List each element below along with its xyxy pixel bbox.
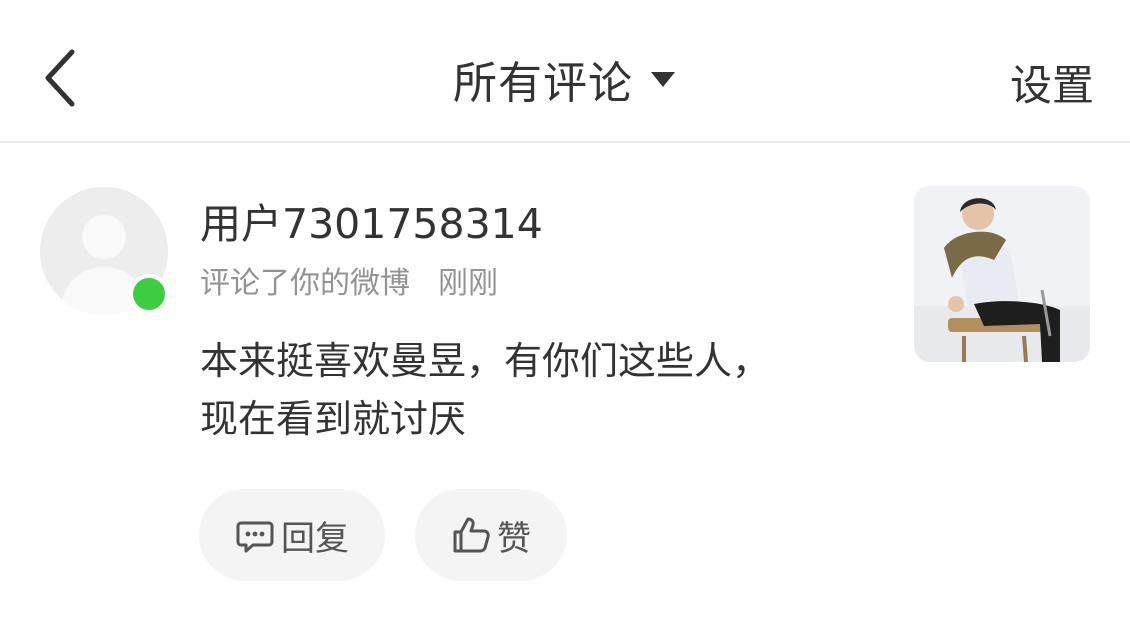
like-label: 赞 [497, 518, 531, 559]
comment-action-text: 评论了你的微博 [200, 266, 410, 301]
comment-timestamp: 刚刚 [438, 266, 498, 301]
comment-content: 本来挺喜欢曼昱，有你们这些人， 现在看到就讨厌 [200, 332, 880, 448]
comment-icon [235, 515, 275, 555]
top-navigation-bar: 所有评论 设置 [0, 0, 1130, 143]
chevron-left-icon [45, 49, 75, 107]
post-thumbnail-photo [914, 186, 1090, 362]
comment-content-line: 本来挺喜欢曼昱，有你们这些人， [200, 339, 771, 383]
settings-button[interactable]: 设置 [1010, 52, 1094, 113]
back-button[interactable] [30, 42, 90, 114]
like-button[interactable]: 赞 [415, 489, 567, 581]
online-status-badge [129, 274, 169, 314]
reply-label: 回复 [281, 518, 349, 559]
thumbs-up-icon [451, 515, 491, 555]
comment-content-line: 现在看到就讨厌 [200, 397, 467, 441]
caret-down-icon [649, 69, 677, 89]
reply-button[interactable]: 回复 [199, 489, 385, 581]
comment-filter-dropdown[interactable]: 所有评论 [420, 50, 710, 109]
page-title: 所有评论 [453, 58, 633, 109]
post-thumbnail[interactable] [914, 186, 1090, 362]
comment-username[interactable]: 用户7301758314 [200, 190, 543, 250]
comment-meta: 评论了你的微博 刚刚 [200, 258, 498, 302]
